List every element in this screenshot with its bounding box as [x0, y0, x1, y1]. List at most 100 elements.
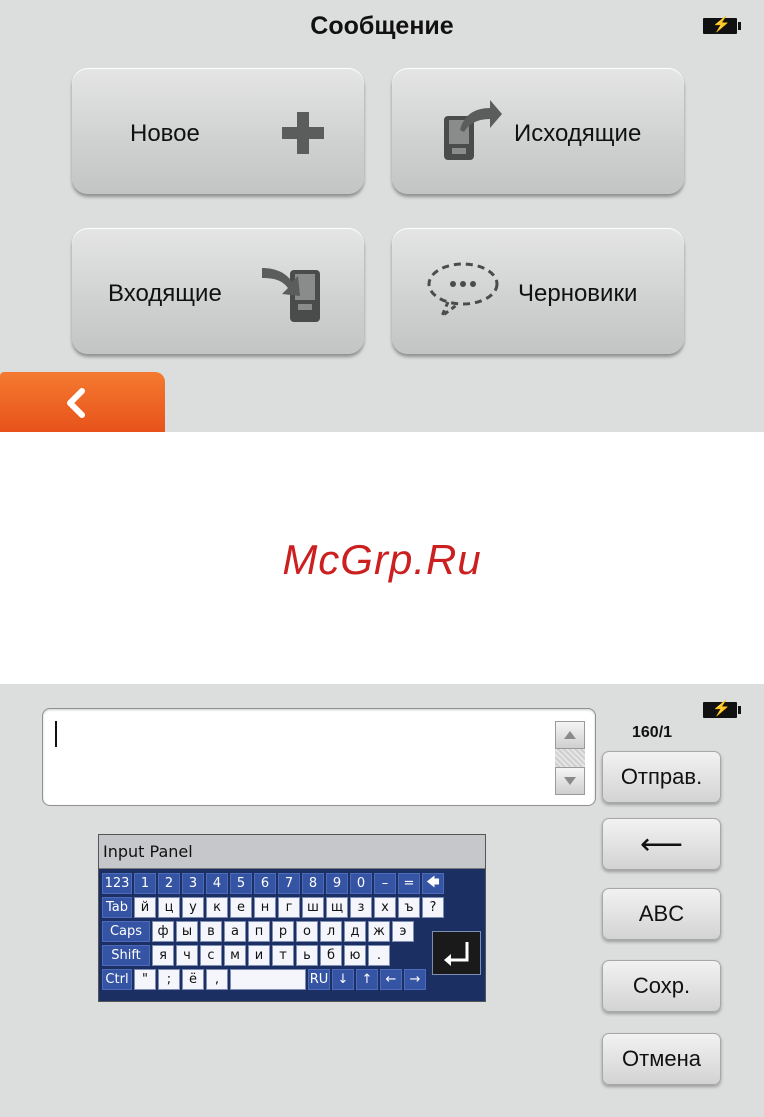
- keyboard-key[interactable]: с: [200, 945, 222, 966]
- enter-key[interactable]: [432, 931, 481, 975]
- keyboard-key[interactable]: ш: [302, 897, 324, 918]
- abc-button[interactable]: ABC: [602, 888, 721, 940]
- keyboard-key[interactable]: 5: [230, 873, 252, 894]
- keyboard-key[interactable]: и: [248, 945, 270, 966]
- keyboard-key[interactable]: 1: [134, 873, 156, 894]
- keyboard-key[interactable]: р: [272, 921, 294, 942]
- keyboard-key[interactable]: ←: [380, 969, 402, 990]
- speech-bubble-icon: [427, 262, 499, 320]
- keyboard-key[interactable]: ь: [296, 945, 318, 966]
- input-panel: Input Panel 123 1 2 3 4 5 6 7 8 9 0– = 🡄 Tab й ц у к е н г ш щ…: [98, 834, 486, 1002]
- keyboard-key[interactable]: ,: [206, 969, 228, 990]
- triangle-up-icon: [564, 731, 576, 739]
- keyboard-key[interactable]: э: [392, 921, 414, 942]
- scrollbar-track[interactable]: [555, 749, 585, 767]
- keyboard-key[interactable]: ↑: [356, 969, 378, 990]
- inbox-button[interactable]: Входящие: [72, 228, 364, 354]
- keyboard-key[interactable]: ъ: [398, 897, 420, 918]
- keyboard-key[interactable]: Shift: [102, 945, 150, 966]
- space-key[interactable]: [230, 969, 306, 990]
- keyboard-key[interactable]: б: [320, 945, 342, 966]
- keyboard-key[interactable]: г: [278, 897, 300, 918]
- keyboard-row: 123 1 2 3 4 5 6 7 8 9 0– = 🡄: [102, 873, 444, 894]
- scroll-up-button[interactable]: [555, 721, 585, 749]
- keyboard-key[interactable]: у: [182, 897, 204, 918]
- text-caret: [55, 721, 57, 747]
- keyboard-key[interactable]: й: [134, 897, 156, 918]
- outgoing-phone-icon: [444, 100, 502, 160]
- keyboard-key[interactable]: ↓: [332, 969, 354, 990]
- keyboard-key[interactable]: а: [224, 921, 246, 942]
- keyboard-row: Caps ф ы в а п р о л д ж э: [102, 921, 414, 942]
- keyboard-key[interactable]: 2: [158, 873, 180, 894]
- keyboard-key[interactable]: 9: [326, 873, 348, 894]
- message-text-field[interactable]: [42, 708, 596, 806]
- backspace-button[interactable]: ⟵: [602, 818, 721, 870]
- keyboard-key[interactable]: з: [350, 897, 372, 918]
- keyboard-key[interactable]: ы: [176, 921, 198, 942]
- keyboard-key[interactable]: т: [272, 945, 294, 966]
- keyboard-key[interactable]: –: [374, 873, 396, 894]
- keyboard-key[interactable]: е: [230, 897, 252, 918]
- keyboard-row: Ctrl "; ё, RU ↓ ↑ ← →: [102, 969, 426, 990]
- input-panel-title: Input Panel: [99, 835, 485, 869]
- save-button[interactable]: Сохр.: [602, 960, 721, 1012]
- keyboard-key[interactable]: 123: [102, 873, 132, 894]
- keyboard-key[interactable]: 4: [206, 873, 228, 894]
- inbox-label: Входящие: [108, 280, 222, 307]
- keyboard-key[interactable]: ;: [158, 969, 180, 990]
- keyboard-key[interactable]: ж: [368, 921, 390, 942]
- keyboard-key[interactable]: я: [152, 945, 174, 966]
- keyboard-key[interactable]: =: [398, 873, 420, 894]
- keyboard-key[interactable]: Caps: [102, 921, 150, 942]
- keyboard-key[interactable]: RU: [308, 969, 330, 990]
- keyboard-key[interactable]: п: [248, 921, 270, 942]
- incoming-phone-icon: [262, 268, 320, 322]
- keyboard-key[interactable]: 8: [302, 873, 324, 894]
- battery-icon: ⚡: [703, 16, 741, 34]
- keyboard-key[interactable]: Tab: [102, 897, 132, 918]
- scroll-down-button[interactable]: [555, 767, 585, 795]
- keyboard-key[interactable]: 3: [182, 873, 204, 894]
- triangle-down-icon: [564, 777, 576, 785]
- new-message-button[interactable]: Новое: [72, 68, 364, 194]
- keyboard-key[interactable]: Ctrl: [102, 969, 132, 990]
- keyboard-key[interactable]: л: [320, 921, 342, 942]
- keyboard-key[interactable]: 7: [278, 873, 300, 894]
- keyboard-key[interactable]: 🡄: [422, 873, 444, 894]
- keyboard-key[interactable]: 0: [350, 873, 372, 894]
- outbox-button[interactable]: Исходящие: [392, 68, 684, 194]
- keyboard-key[interactable]: к: [206, 897, 228, 918]
- keyboard-row: Tab й ц у к е н г ш щ з х ъ?: [102, 897, 444, 918]
- keyboard-key[interactable]: ю: [344, 945, 366, 966]
- chevron-left-icon: [67, 388, 85, 418]
- plus-icon: [282, 112, 324, 154]
- keyboard-key[interactable]: ч: [176, 945, 198, 966]
- keyboard-key[interactable]: ё: [182, 969, 204, 990]
- drafts-label: Черновики: [518, 280, 638, 307]
- back-button[interactable]: [0, 372, 165, 432]
- keyboard-key[interactable]: н: [254, 897, 276, 918]
- keyboard-key[interactable]: о: [296, 921, 318, 942]
- keyboard-key[interactable]: ц: [158, 897, 180, 918]
- keyboard-key[interactable]: в: [200, 921, 222, 942]
- outbox-label: Исходящие: [514, 120, 642, 147]
- keyboard-key[interactable]: .: [368, 945, 390, 966]
- send-button[interactable]: Отправ.: [602, 751, 721, 803]
- keyboard-key[interactable]: ": [134, 969, 156, 990]
- page-title: Сообщение: [310, 12, 454, 40]
- keyboard-key[interactable]: д: [344, 921, 366, 942]
- enter-icon: [444, 942, 469, 966]
- watermark: McGrp.Ru: [282, 536, 482, 583]
- keyboard-key[interactable]: щ: [326, 897, 348, 918]
- battery-icon: ⚡: [703, 700, 741, 718]
- new-message-label: Новое: [130, 120, 200, 147]
- drafts-button[interactable]: Черновики: [392, 228, 684, 354]
- cancel-button[interactable]: Отмена: [602, 1033, 721, 1085]
- keyboard-key[interactable]: м: [224, 945, 246, 966]
- keyboard-key[interactable]: х: [374, 897, 396, 918]
- keyboard-key[interactable]: ф: [152, 921, 174, 942]
- keyboard-key[interactable]: →: [404, 969, 426, 990]
- keyboard-key[interactable]: ?: [422, 897, 444, 918]
- keyboard-key[interactable]: 6: [254, 873, 276, 894]
